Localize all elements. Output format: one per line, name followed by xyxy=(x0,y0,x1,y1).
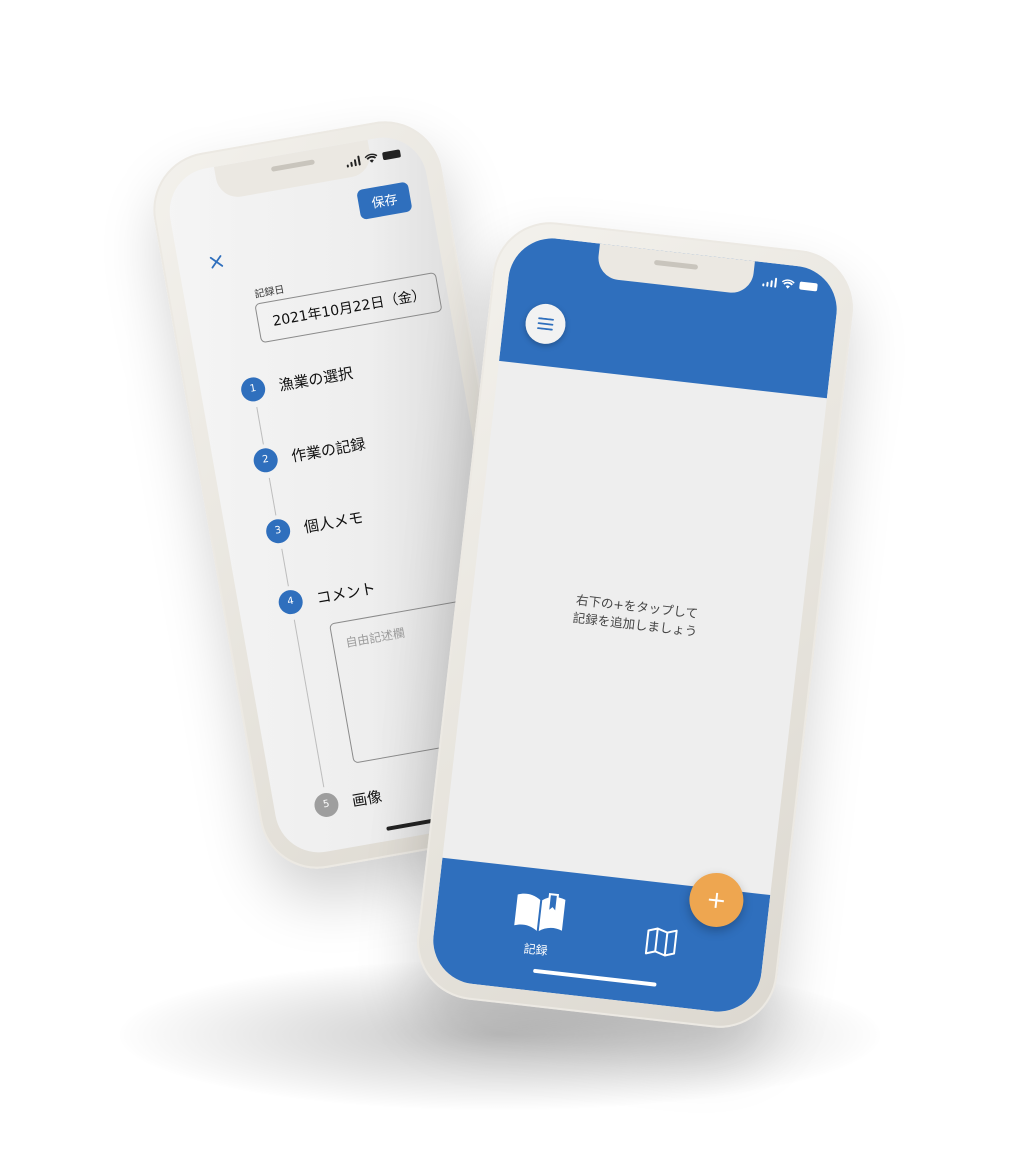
step-title: 漁業の選択 xyxy=(277,363,355,395)
open-book-icon xyxy=(514,892,566,932)
phone-notch xyxy=(213,139,374,201)
step-number: 3 xyxy=(264,517,293,546)
save-button[interactable]: 保存 xyxy=(356,181,413,221)
phone-main-screen: 右下の+をタップして 記録を追加しましょう + 記録 xyxy=(410,216,860,1034)
speaker-grille xyxy=(270,159,316,172)
main-screen: 右下の+をタップして 記録を追加しましょう + 記録 xyxy=(428,233,842,1017)
menu-button[interactable] xyxy=(523,301,568,347)
mockup-stage: 保存 記録日 2021年10月22日（金） 1 漁業の選択 2 作業の記録 3 … xyxy=(0,0,1016,1164)
signal-icon xyxy=(761,276,778,288)
nav-tab-label: 記録 xyxy=(522,941,549,959)
step-number: 2 xyxy=(251,446,280,475)
home-indicator xyxy=(532,968,657,987)
step-connector xyxy=(255,407,264,445)
speaker-grille xyxy=(653,259,699,270)
phone-notch xyxy=(596,243,755,296)
step-number: 1 xyxy=(239,375,268,404)
step-connector xyxy=(280,548,289,587)
step-connector xyxy=(268,477,276,516)
record-date-label: 記録日 xyxy=(253,284,286,301)
step-connector xyxy=(293,619,324,788)
close-icon[interactable] xyxy=(207,253,226,272)
battery-icon xyxy=(381,149,402,161)
menu-icon xyxy=(537,317,554,331)
step-number: 5 xyxy=(312,791,341,819)
empty-state-message: 右下の+をタップして 記録を追加しましょう xyxy=(470,579,802,652)
status-bar-icons xyxy=(761,276,818,292)
battery-icon xyxy=(799,281,818,292)
wifi-icon xyxy=(364,153,378,163)
nav-tab-records[interactable]: 記録 xyxy=(500,887,577,961)
wifi-icon xyxy=(781,279,795,289)
step-number: 4 xyxy=(276,588,305,617)
map-icon[interactable] xyxy=(643,925,680,959)
app-header xyxy=(499,233,842,399)
step-title: 画像 xyxy=(350,787,384,811)
